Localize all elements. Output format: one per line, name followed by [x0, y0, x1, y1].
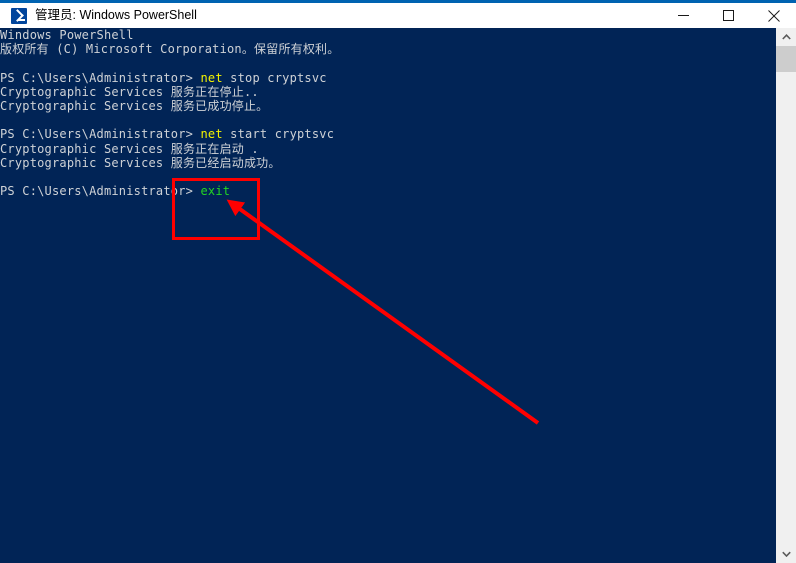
- console-text-token: 版权所有 (C) Microsoft Corporation。保留所有权利。: [0, 42, 340, 57]
- maximize-icon: [723, 10, 734, 21]
- console-line: Cryptographic Services 服务正在启动 .: [0, 142, 776, 156]
- title-bar[interactable]: 管理员: Windows PowerShell: [0, 3, 796, 28]
- window-title: 管理员: Windows PowerShell: [35, 8, 197, 22]
- scrollbar-down-button[interactable]: [776, 545, 796, 563]
- console-command-token: net: [200, 127, 223, 142]
- chevron-up-icon: [781, 34, 791, 40]
- close-button[interactable]: [751, 3, 796, 28]
- console-prompt-line: PS C:\Users\Administrator> net start cry…: [0, 127, 776, 141]
- minimize-icon: [678, 15, 689, 16]
- chevron-down-icon: [781, 551, 791, 557]
- console-line: Cryptographic Services 服务已成功停止。: [0, 99, 776, 113]
- scrollbar-track[interactable]: [776, 46, 796, 545]
- console-command-token: net: [200, 70, 223, 85]
- console-scrollbar[interactable]: [776, 28, 796, 563]
- console-line: Cryptographic Services 服务正在停止..: [0, 85, 776, 99]
- console-text-token: Cryptographic Services 服务已经启动成功。: [0, 155, 281, 170]
- scrollbar-thumb[interactable]: [776, 46, 796, 72]
- console-exit-token: exit: [200, 184, 231, 199]
- console-text-token: Cryptographic Services 服务已成功停止。: [0, 98, 269, 113]
- title-bar-left: 管理员: Windows PowerShell: [0, 3, 661, 28]
- console-text-token: Windows PowerShell: [0, 28, 134, 42]
- console-output-area[interactable]: Windows PowerShell 版权所有 (C) Microsoft Cor…: [0, 28, 796, 563]
- powershell-window: 管理员: Windows PowerShell Windows PowerShe…: [0, 0, 796, 563]
- console-text-token: PS C:\Users\Administrator>: [0, 184, 201, 199]
- console-prompt-line: PS C:\Users\Administrator> exit: [0, 184, 776, 198]
- console-text-token: PS C:\Users\Administrator>: [0, 70, 201, 85]
- window-controls: [661, 3, 796, 28]
- console-text-token: Cryptographic Services 服务正在停止..: [0, 84, 259, 99]
- powershell-icon: [11, 7, 27, 24]
- console-text-token: stop cryptsvc: [222, 70, 327, 85]
- close-icon: [767, 9, 780, 22]
- console-text-token: start cryptsvc: [222, 127, 335, 142]
- console-prompt-line: PS C:\Users\Administrator> net stop cryp…: [0, 71, 776, 85]
- console-text: Windows PowerShell 版权所有 (C) Microsoft Cor…: [0, 28, 776, 198]
- console-text-token: Cryptographic Services 服务正在启动 .: [0, 141, 259, 156]
- scrollbar-up-button[interactable]: [776, 28, 796, 46]
- console-text-token: PS C:\Users\Administrator>: [0, 127, 201, 142]
- console-line: Windows PowerShell: [0, 28, 776, 42]
- console-line: Cryptographic Services 服务已经启动成功。: [0, 156, 776, 170]
- console-line: 版权所有 (C) Microsoft Corporation。保留所有权利。: [0, 42, 776, 56]
- minimize-button[interactable]: [661, 3, 706, 28]
- maximize-button[interactable]: [706, 3, 751, 28]
